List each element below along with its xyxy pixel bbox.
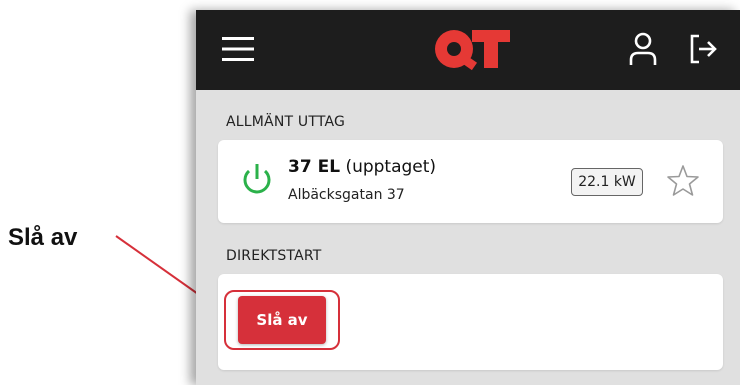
top-bar [196,10,740,90]
power-badge: 22.1 kW [571,168,643,196]
logout-icon[interactable] [686,30,720,68]
power-icon [243,164,271,194]
star-icon[interactable] [666,164,700,198]
stop-charging-button[interactable]: Slå av [238,296,326,344]
section-title-outlet: ALLMÄNT UTTAG [226,114,346,130]
section-title-direct-start: DIREKTSTART [226,248,322,264]
user-icon[interactable] [626,30,660,68]
app-screen: ALLMÄNT UTTAG 37 EL (upptaget) Albäcksga… [196,10,740,385]
outlet-name: 37 EL (upptaget) [288,157,436,177]
hamburger-menu-icon[interactable] [222,34,254,64]
outlet-card[interactable]: 37 EL (upptaget) Albäcksgatan 37 22.1 kW [218,140,723,223]
qt-logo [435,30,510,71]
outlet-address: Albäcksgatan 37 [288,187,405,203]
outlet-status: (upptaget) [345,157,437,177]
annotation-label: Slå av [8,224,78,251]
outlet-id: 37 EL [288,157,341,177]
direct-start-card: Slå av [218,274,723,370]
